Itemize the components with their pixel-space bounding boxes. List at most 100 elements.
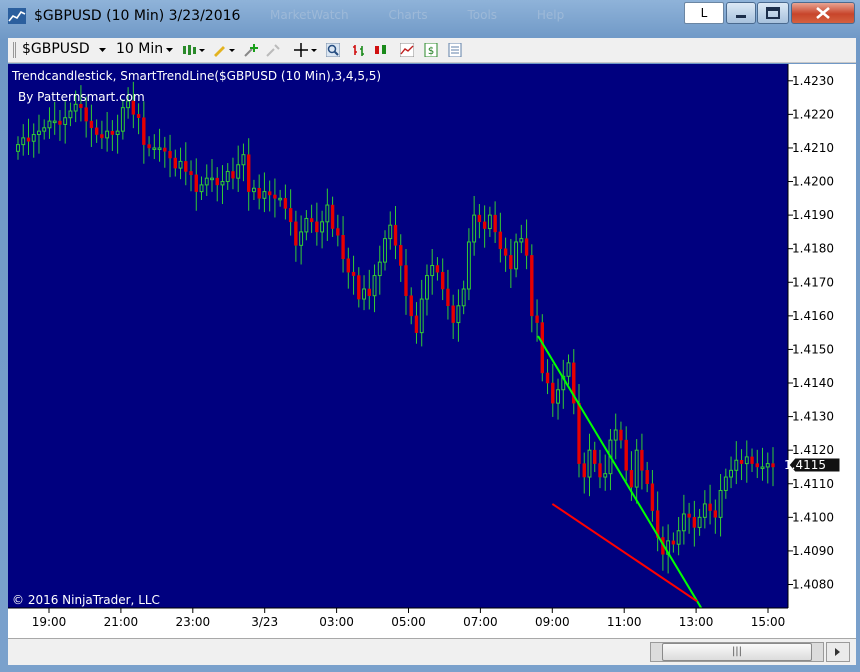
- candle-body: [760, 466, 765, 469]
- price-tick-label: 1.4210: [792, 141, 834, 155]
- time-tick-label: 15:00: [751, 615, 786, 629]
- candlestick-chart-icon[interactable]: [374, 43, 388, 57]
- candle-body: [288, 208, 293, 223]
- candle-body: [393, 224, 398, 246]
- candle-body: [435, 265, 440, 273]
- candle-body: [383, 238, 387, 263]
- candle-body: [37, 130, 41, 136]
- candle-body: [231, 171, 235, 179]
- instrument-selector[interactable]: $GBPUSD: [22, 41, 90, 57]
- price-tick-label: 1.4160: [792, 309, 834, 323]
- maximize-button[interactable]: [757, 2, 789, 24]
- time-tick-label: 23:00: [176, 615, 211, 629]
- candle-body: [189, 171, 193, 176]
- candle-body: [84, 107, 88, 122]
- candle-body: [89, 120, 94, 129]
- candle-body: [52, 120, 57, 124]
- candle-body: [671, 540, 676, 545]
- candle-body: [540, 322, 544, 374]
- candle-body: [73, 103, 78, 112]
- link-button[interactable]: L: [684, 2, 724, 24]
- candle-body: [294, 221, 298, 246]
- candle-body: [556, 389, 560, 404]
- candle-body: [194, 174, 198, 192]
- bar-chart-icon[interactable]: [352, 43, 366, 57]
- remove-indicator-icon[interactable]: [266, 43, 280, 57]
- candle-body: [367, 288, 371, 296]
- close-icon: [816, 7, 830, 19]
- candle-body: [577, 402, 581, 464]
- price-tick-label: 1.4150: [792, 342, 834, 356]
- candle-body: [624, 439, 628, 471]
- maximize-icon: [766, 7, 780, 19]
- candle-body: [466, 241, 471, 290]
- candle-body: [341, 235, 345, 260]
- candle-body: [587, 449, 592, 478]
- candle-body: [26, 137, 31, 142]
- chart-status-bar: |||: [8, 638, 856, 665]
- candle-body: [419, 298, 424, 334]
- candle-body: [184, 161, 188, 172]
- candle-body: [330, 204, 335, 229]
- candle-body: [110, 130, 115, 135]
- candle-body: [299, 231, 304, 246]
- chart-canvas[interactable]: 1.4230 1.4220 1.4210 1.4200 1.4190 1.4180 1.41…: [8, 64, 856, 638]
- candle-body: [697, 516, 702, 528]
- time-tick-label: 07:00: [463, 615, 498, 629]
- copyright-label: © 2016 NinjaTrader, LLC: [12, 593, 160, 607]
- candle-body: [713, 510, 718, 518]
- ghost-menu-item: Tools: [467, 8, 498, 22]
- price-tick-label: 1.4130: [792, 410, 834, 424]
- candle-body: [152, 147, 157, 150]
- candle-body: [47, 120, 52, 129]
- candle-body: [545, 372, 550, 384]
- candle-body: [498, 231, 503, 249]
- candle-body: [681, 513, 686, 532]
- price-chart[interactable]: 1.4230 1.4220 1.4210 1.4200 1.4190 1.4180 1.41…: [8, 64, 856, 638]
- time-tick-label: 09:00: [535, 615, 570, 629]
- candle-body: [204, 177, 209, 186]
- candle-body: [147, 144, 151, 149]
- title-bar[interactable]: $GBPUSD (10 Min) 3/23/2016 MarketWatch C…: [0, 0, 860, 34]
- chevron-right-icon: [835, 648, 840, 656]
- line-chart-icon[interactable]: [400, 43, 414, 57]
- crosshair-icon[interactable]: [294, 43, 318, 57]
- price-tick-label: 1.4170: [792, 275, 834, 289]
- price-tick-label: 1.4190: [792, 208, 834, 222]
- candle-body: [708, 503, 712, 511]
- toolbar-grip-icon: [13, 42, 16, 58]
- candle-body: [503, 248, 508, 256]
- interval-selector[interactable]: 10 Min: [116, 41, 163, 57]
- close-button[interactable]: [791, 2, 855, 24]
- candle-body: [58, 120, 62, 125]
- candle-body: [650, 483, 655, 511]
- candle-body: [247, 154, 251, 192]
- candle-body: [21, 137, 26, 146]
- candle-body: [771, 463, 775, 468]
- candle-body: [142, 117, 146, 145]
- candle-body: [603, 473, 608, 478]
- minimize-icon: [736, 15, 746, 18]
- candle-body: [94, 127, 99, 135]
- candle-body: [634, 449, 639, 488]
- pencil-draw-icon[interactable]: [212, 43, 236, 57]
- minimize-button[interactable]: [726, 2, 756, 24]
- chevron-down-icon[interactable]: [166, 48, 173, 53]
- add-indicator-icon[interactable]: [244, 43, 258, 57]
- candle-body: [63, 117, 68, 125]
- candle-body: [687, 513, 691, 518]
- candle-body: [304, 217, 309, 233]
- price-tick-label: 1.4200: [792, 175, 834, 189]
- scrollbar-thumb[interactable]: |||: [662, 643, 812, 661]
- candlestick-style-icon[interactable]: [182, 43, 206, 57]
- candle-body: [640, 449, 644, 471]
- dollar-data-icon[interactable]: $: [424, 43, 438, 57]
- candle-body: [257, 187, 261, 199]
- candle-body: [178, 160, 183, 169]
- time-tick-label: 3/23: [251, 615, 278, 629]
- zoom-icon[interactable]: [326, 43, 340, 57]
- chevron-down-icon[interactable]: [99, 48, 106, 53]
- scroll-right-button[interactable]: [826, 642, 850, 662]
- properties-icon[interactable]: [448, 43, 462, 57]
- candle-body: [168, 151, 172, 159]
